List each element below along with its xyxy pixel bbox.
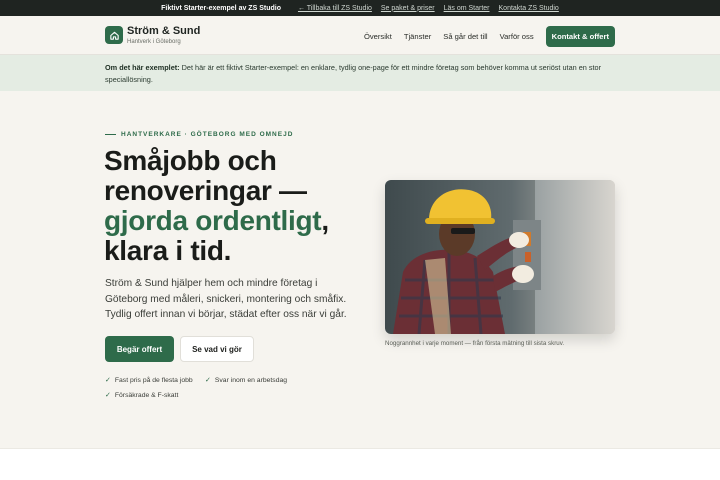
headline-line-1: Småjobb och bbox=[104, 145, 277, 176]
site-header: Ström & Sund Hantverk i Göteborg Översik… bbox=[0, 16, 720, 55]
contact-offer-button[interactable]: Kontakt & offert bbox=[545, 26, 615, 47]
topbar-link-starter[interactable]: Läs om Starter bbox=[444, 5, 490, 12]
brand-tagline: Hantverk i Göteborg bbox=[127, 39, 181, 45]
top-announcement-bar: Fiktivt Starter-exempel av ZS Studio ← T… bbox=[0, 0, 720, 16]
hero-headline: Småjobb och renoveringar — gjorda ordent… bbox=[104, 146, 404, 266]
request-offer-button[interactable]: Begär offert bbox=[105, 336, 174, 362]
check-icon: ✓ bbox=[105, 377, 111, 384]
notice-label: Om det här exemplet: bbox=[105, 63, 180, 72]
feature-fast-reply: ✓ Svar inom en arbetsdag bbox=[205, 376, 288, 385]
headline-comma: , bbox=[321, 205, 329, 236]
check-icon: ✓ bbox=[105, 392, 111, 399]
main-nav: Översikt Tjänster Så går det till Varför… bbox=[364, 26, 615, 47]
headline-accent: gjorda ordentligt bbox=[104, 205, 322, 236]
headline-line-2: renoveringar — bbox=[104, 175, 307, 206]
hero-lede: Ström & Sund hjälper hem och mindre före… bbox=[105, 278, 347, 320]
eyebrow-text: HANTVERKARE · GÖTEBORG MED OMNEJD bbox=[121, 131, 294, 138]
photo-caption: Noggrannhet i varje moment — från första… bbox=[385, 340, 565, 347]
feature-label: Försäkrade & F-skatt bbox=[114, 391, 179, 399]
headline-line-4: klara i tid. bbox=[104, 235, 232, 266]
notice-text: Det här är ett fiktivt Starter-exempel: … bbox=[105, 63, 602, 84]
topbar-brand: Fiktivt Starter-exempel av ZS Studio bbox=[161, 4, 281, 12]
nav-item-services[interactable]: Tjänster bbox=[404, 32, 431, 41]
home-icon[interactable] bbox=[105, 26, 123, 44]
nav-item-process[interactable]: Så går det till bbox=[443, 32, 487, 41]
feature-label: Svar inom en arbetsdag bbox=[214, 376, 288, 384]
topbar-link-back[interactable]: ← Tillbaka till ZS Studio bbox=[298, 5, 372, 12]
nav-item-why-us[interactable]: Varför oss bbox=[500, 32, 534, 41]
feature-label: Fast pris på de flesta jobb bbox=[114, 376, 193, 384]
example-notice: Om det här exemplet: Det här är ett fikt… bbox=[0, 55, 720, 91]
topbar-link-packages[interactable]: Se paket & priser bbox=[381, 5, 435, 12]
check-icon: ✓ bbox=[205, 377, 211, 384]
see-services-button[interactable]: Se vad vi gör bbox=[180, 336, 254, 362]
hero-eyebrow: HANTVERKARE · GÖTEBORG MED OMNEJD bbox=[105, 131, 293, 138]
feature-fixed-price: ✓ Fast pris på de flesta jobb bbox=[105, 376, 193, 385]
topbar-link-contact[interactable]: Kontakta ZS Studio bbox=[499, 5, 559, 12]
next-section-band bbox=[0, 448, 720, 480]
brand-name[interactable]: Ström & Sund bbox=[127, 25, 200, 37]
hero-photo-electrician bbox=[385, 180, 615, 334]
eyebrow-dash bbox=[105, 134, 116, 135]
nav-item-overview[interactable]: Översikt bbox=[364, 32, 392, 41]
feature-insured: ✓ Försäkrade & F-skatt bbox=[105, 391, 179, 400]
